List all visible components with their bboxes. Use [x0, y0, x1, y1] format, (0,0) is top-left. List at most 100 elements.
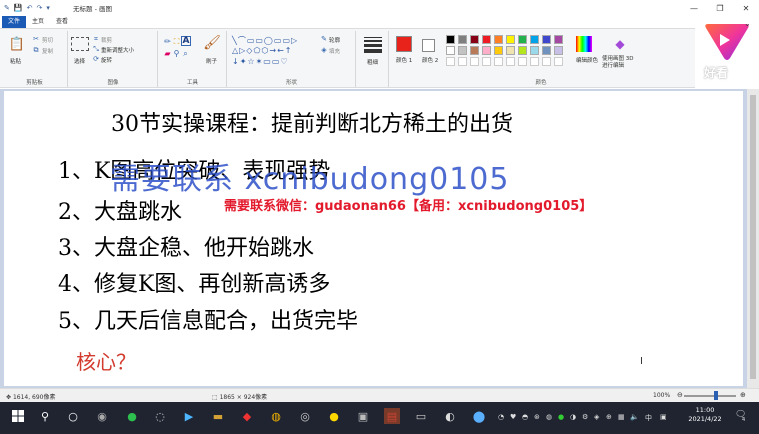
pencil-icon[interactable]: ✏ [163, 37, 172, 46]
app-icon-13[interactable]: ◐ [442, 408, 458, 424]
wechat-icon[interactable]: ● [124, 408, 140, 424]
scrollbar-thumb[interactable] [750, 95, 756, 379]
close-button[interactable]: ✕ [733, 0, 759, 16]
magnifier-icon[interactable]: ⌕ [181, 49, 190, 58]
color2-swatch[interactable] [422, 39, 435, 52]
palette-swatch[interactable] [494, 35, 503, 44]
app-icon-1[interactable]: ◉ [94, 408, 110, 424]
taskbar-clock[interactable]: 11:00 2021/4/22 [683, 406, 727, 424]
tray-icon-3[interactable]: ◓ [522, 413, 528, 421]
tray-wechat-icon[interactable]: ● [558, 413, 564, 421]
color1-button[interactable]: 颜色 1 [396, 56, 412, 64]
tray-icon-10[interactable]: ⊕ [606, 413, 612, 421]
size-icon[interactable] [364, 37, 382, 53]
rotate-button[interactable]: 旋转 [101, 56, 112, 64]
paint-taskbar-icon[interactable]: ⬤ [471, 408, 487, 424]
drawing-canvas[interactable]: 30节实操课程：提前判断北方稀土的出货 1、K图高位突破、表现强势 2、大盘跳水… [4, 91, 743, 386]
custom-color-slot[interactable] [470, 57, 479, 66]
tab-view[interactable]: 查看 [50, 16, 74, 28]
tray-icon-4[interactable]: ⊛ [534, 413, 540, 421]
brushes-button[interactable]: 刷子 [206, 57, 217, 65]
paint3d-icon[interactable]: ◆ [612, 36, 628, 52]
text-icon[interactable]: A [181, 36, 191, 46]
palette-swatch[interactable] [518, 46, 527, 55]
eraser-icon[interactable]: ▰ [163, 49, 172, 58]
app-icon-6[interactable]: ◆ [239, 408, 255, 424]
select-button[interactable]: 选择 [74, 57, 85, 65]
zoom-out-button[interactable]: ⊖ [677, 391, 683, 399]
search-icon[interactable]: ⚲ [37, 408, 53, 424]
palette-swatch[interactable] [446, 46, 455, 55]
paint3d-button[interactable]: 使用画图 3D 进行编辑 [602, 56, 638, 70]
network-icon[interactable]: ▦ [618, 413, 625, 421]
palette-swatch[interactable] [458, 35, 467, 44]
shapes-gallery-row2[interactable]: △▷◇⬠⬡→←↑ [232, 46, 293, 55]
minimize-button[interactable]: — [681, 0, 707, 16]
app-icon-8[interactable]: ◎ [297, 408, 313, 424]
palette-swatch[interactable] [482, 35, 491, 44]
paste-button[interactable]: 粘贴 [10, 57, 21, 65]
palette-swatch[interactable] [542, 35, 551, 44]
undo-icon[interactable]: ↶ [27, 4, 33, 12]
cut-button[interactable]: 剪切 [42, 36, 53, 44]
paste-icon[interactable]: 📋 [8, 35, 26, 53]
tray-icon-9[interactable]: ◈ [594, 413, 599, 421]
ime-indicator[interactable]: 中 [645, 413, 652, 423]
palette-swatch[interactable] [494, 46, 503, 55]
app-icon-10[interactable]: ▣ [355, 408, 371, 424]
select-icon[interactable] [71, 37, 89, 51]
tray-icon-2[interactable]: ♥ [510, 413, 516, 421]
palette-swatch[interactable] [506, 46, 515, 55]
size-button[interactable]: 粗细 [367, 58, 378, 66]
volume-icon[interactable]: 🔈 [630, 413, 639, 421]
palette-swatch[interactable] [446, 35, 455, 44]
palette-swatch[interactable] [518, 35, 527, 44]
fill-icon[interactable]: ⛶ [172, 37, 181, 46]
custom-color-slot[interactable] [482, 57, 491, 66]
palette-swatch[interactable] [542, 46, 551, 55]
palette-swatch[interactable] [554, 35, 563, 44]
redo-icon[interactable]: ↷ [36, 4, 42, 12]
edit-colors-button[interactable]: 编辑颜色 [576, 56, 598, 64]
custom-color-slot[interactable] [518, 57, 527, 66]
palette-swatch[interactable] [470, 46, 479, 55]
custom-color-slot[interactable] [458, 57, 467, 66]
outline-dropdown[interactable]: 轮廓 [329, 36, 340, 44]
tab-file[interactable]: 文件 [2, 16, 27, 28]
vertical-scrollbar[interactable] [747, 89, 759, 388]
custom-color-slot[interactable] [542, 57, 551, 66]
tray-icon-7[interactable]: ◑ [570, 413, 576, 421]
custom-color-slot[interactable] [554, 57, 563, 66]
task-view-icon[interactable]: ○ [65, 408, 81, 424]
tray-icon-1[interactable]: ◔ [498, 413, 504, 421]
save-icon[interactable]: 💾 [14, 4, 23, 12]
zoom-in-button[interactable]: ⊕ [740, 391, 746, 399]
custom-color-slot[interactable] [530, 57, 539, 66]
app-icon-11[interactable]: ▤ [384, 408, 400, 424]
customize-quick-access-icon[interactable]: ▾ [46, 4, 50, 12]
chrome-icon[interactable]: ◍ [268, 408, 284, 424]
color2-button[interactable]: 颜色 2 [422, 56, 438, 64]
palette-swatch[interactable] [554, 46, 563, 55]
color-picker-icon[interactable]: ⚲ [172, 49, 181, 58]
crop-button[interactable]: 裁剪 [101, 36, 112, 44]
palette-swatch[interactable] [482, 46, 491, 55]
app-icon-3[interactable]: ◌ [152, 408, 168, 424]
video-player-icon[interactable]: ▶ [181, 408, 197, 424]
tray-icon-8[interactable]: ⚙ [582, 413, 588, 421]
palette-swatch[interactable] [506, 35, 515, 44]
app-icon-12[interactable]: ▭ [413, 408, 429, 424]
fill-dropdown[interactable]: 填充 [329, 47, 340, 55]
palette-swatch[interactable] [458, 46, 467, 55]
zoom-slider[interactable] [684, 395, 736, 397]
palette-swatch[interactable] [530, 46, 539, 55]
zoom-slider-knob[interactable] [714, 391, 718, 400]
custom-color-slot[interactable] [506, 57, 515, 66]
edit-colors-icon[interactable] [576, 36, 592, 52]
palette-swatch[interactable] [530, 35, 539, 44]
app-icon-9[interactable]: ● [326, 408, 342, 424]
tray-icon-5[interactable]: ◍ [546, 413, 552, 421]
copy-button[interactable]: 复制 [42, 47, 53, 55]
custom-color-slot[interactable] [446, 57, 455, 66]
shapes-gallery-row3[interactable]: ↓✦☆✶▭▭♡ [232, 57, 289, 66]
